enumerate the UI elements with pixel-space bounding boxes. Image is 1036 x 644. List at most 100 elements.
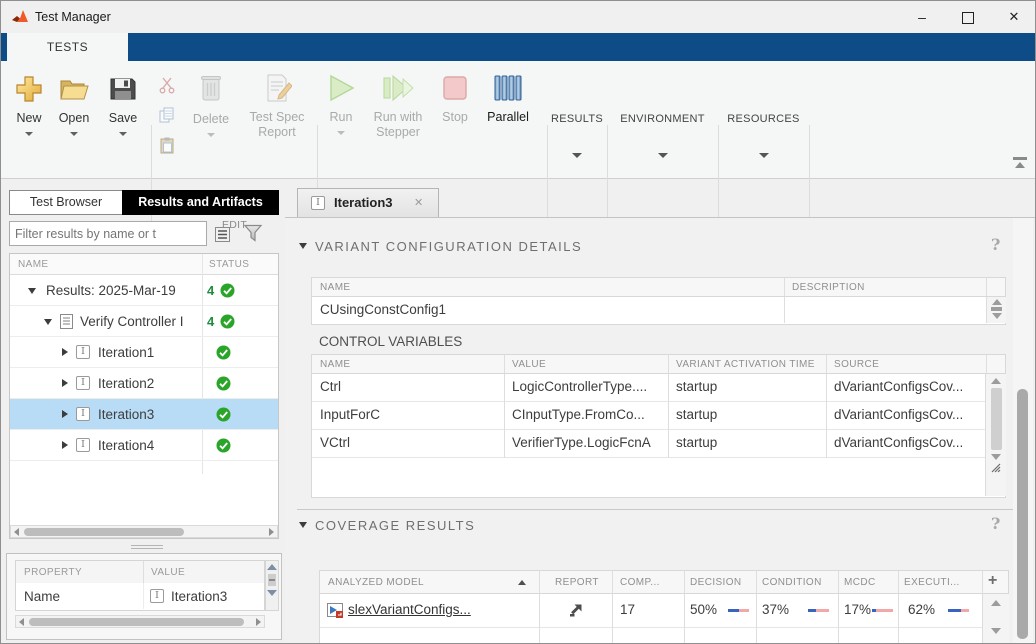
config-name: CUsingConstConfig1	[320, 302, 775, 317]
tab-close-icon[interactable]: ✕	[414, 189, 423, 217]
coverage-section-header[interactable]: COVERAGE RESULTS	[299, 516, 999, 536]
tab-iteration3[interactable]: I Iteration3 ✕	[297, 188, 439, 217]
add-column-button[interactable]: +	[988, 572, 997, 590]
cut-button[interactable]	[155, 73, 179, 97]
scroll-up-icon[interactable]	[991, 378, 1001, 384]
tree-row-results[interactable]: Results: 2025-Mar-19 4	[10, 275, 278, 306]
panel-splitter-handle[interactable]	[131, 545, 163, 550]
delete-button[interactable]: Delete	[185, 73, 237, 137]
column-divider	[143, 583, 144, 609]
cv-row-vctrl[interactable]: VCtrl VerifierType.LogicFcnA startup dVa…	[312, 430, 985, 458]
test-spec-report-icon	[262, 73, 292, 103]
report-arrow-icon[interactable]	[568, 603, 583, 618]
test-spec-report-button[interactable]: Test Spec Report	[241, 73, 313, 140]
run-dropdown-icon	[337, 131, 345, 135]
save-dropdown-icon[interactable]	[119, 132, 127, 136]
scroll-down-icon[interactable]	[992, 313, 1002, 319]
saved-filters-button[interactable]	[210, 222, 234, 246]
collapse-ribbon-button[interactable]	[1011, 157, 1029, 171]
expand-caret-icon[interactable]	[62, 410, 68, 418]
scroll-up-icon[interactable]	[991, 600, 1001, 606]
tree-row-verify-controller[interactable]: Verify Controller I 4	[10, 306, 278, 337]
copy-button[interactable]	[155, 103, 179, 127]
scrollbar-thumb[interactable]	[24, 528, 184, 536]
collapse-caret-icon[interactable]	[28, 288, 36, 294]
coverage-table-scrollbar[interactable]	[982, 594, 1009, 643]
results-group-button[interactable]: RESULTS	[547, 61, 607, 179]
results-chevron-down-icon	[572, 153, 582, 158]
cv-table-scrollbar[interactable]	[985, 374, 1006, 496]
section-collapse-icon[interactable]	[299, 243, 307, 249]
tab-test-browser[interactable]: Test Browser	[9, 190, 123, 215]
cov-header-complexity[interactable]: COMP...	[620, 577, 660, 588]
environment-group-button[interactable]: ENVIRONMENT	[607, 61, 718, 179]
analyzed-model-link[interactable]: slexVariantConfigs...	[348, 602, 533, 617]
filter-results-input[interactable]	[9, 221, 207, 246]
cov-header-analyzed-model[interactable]: ANALYZED MODEL	[328, 577, 424, 588]
scroll-down-icon[interactable]	[991, 454, 1001, 460]
tab-results-and-artifacts[interactable]: Results and Artifacts	[122, 190, 279, 215]
cv-source: dVariantConfigsCov...	[834, 435, 979, 450]
parallel-button[interactable]: Parallel	[479, 73, 537, 124]
tree-horizontal-scrollbar[interactable]	[10, 525, 278, 538]
tree-row-iteration1[interactable]: I Iteration1	[10, 337, 278, 368]
sort-ascending-icon[interactable]	[518, 580, 526, 585]
scroll-down-icon[interactable]	[991, 628, 1001, 634]
minimize-button[interactable]: –	[899, 1, 945, 33]
cov-header-condition[interactable]: CONDITION	[762, 577, 822, 588]
scroll-left-icon[interactable]	[14, 528, 19, 536]
tree-row-iteration2[interactable]: I Iteration2	[10, 368, 278, 399]
open-dropdown-icon[interactable]	[70, 132, 78, 136]
scrollbar-thumb[interactable]	[1017, 389, 1028, 639]
main-vertical-scrollbar[interactable]	[1013, 218, 1033, 644]
config-table-row[interactable]: CUsingConstConfig1	[311, 297, 1006, 325]
close-button[interactable]: ✕	[991, 1, 1036, 33]
cov-header-report[interactable]: REPORT	[555, 577, 599, 588]
environment-chevron-down-icon	[658, 153, 668, 158]
config-table-scrollbar[interactable]	[986, 297, 1006, 323]
scroll-up-icon[interactable]	[267, 564, 277, 570]
collapse-caret-icon[interactable]	[44, 319, 52, 325]
open-button[interactable]: Open	[53, 75, 95, 136]
scrollbar-thumb[interactable]	[29, 618, 244, 626]
expand-caret-icon[interactable]	[62, 348, 68, 356]
scroll-down-icon[interactable]	[267, 590, 277, 596]
cov-header-mcdc[interactable]: MCDC	[844, 577, 876, 588]
save-button[interactable]: Save	[103, 75, 143, 136]
coverage-row[interactable]: slexVariantConfigs... 17 50% 37% 17% 62%	[320, 594, 982, 628]
help-icon[interactable]: ?	[991, 514, 1000, 533]
property-vertical-scrollbar[interactable]	[265, 560, 279, 611]
mcdc-value: 17%	[844, 602, 871, 617]
resize-grip-icon[interactable]	[991, 463, 1001, 473]
run-button[interactable]: Run	[321, 73, 361, 135]
section-collapse-icon[interactable]	[299, 522, 307, 528]
resources-group-button[interactable]: RESOURCES	[718, 61, 809, 179]
cov-header-execution[interactable]: EXECUTI...	[904, 577, 960, 588]
cv-row-ctrl[interactable]: Ctrl LogicControllerType.... startup dVa…	[312, 374, 985, 402]
help-icon[interactable]: ?	[991, 235, 1000, 254]
scroll-right-icon[interactable]	[256, 618, 261, 626]
property-row-name[interactable]: Name I Iteration3	[15, 583, 265, 611]
scroll-up-icon[interactable]	[992, 299, 1002, 305]
paste-button[interactable]	[155, 133, 179, 157]
property-horizontal-scrollbar[interactable]	[15, 615, 265, 628]
filter-button[interactable]	[241, 221, 265, 245]
tree-row-iteration3-selected[interactable]: I Iteration3	[10, 399, 278, 430]
cv-row-inputforc[interactable]: InputForC CInputType.FromCo... startup d…	[312, 402, 985, 430]
variant-section-header[interactable]: VARIANT CONFIGURATION DETAILS	[299, 237, 999, 257]
property-value: Iteration3	[171, 583, 227, 611]
run-with-stepper-button[interactable]: Run with Stepper	[367, 73, 429, 140]
tree-row-iteration4[interactable]: I Iteration4	[10, 430, 278, 461]
section-divider	[297, 509, 1013, 510]
scroll-right-icon[interactable]	[269, 528, 274, 536]
new-dropdown-icon[interactable]	[25, 132, 33, 136]
expand-caret-icon[interactable]	[62, 379, 68, 387]
cov-header-decision[interactable]: DECISION	[690, 577, 742, 588]
tab-tests[interactable]: TESTS	[7, 33, 128, 61]
expand-caret-icon[interactable]	[62, 441, 68, 449]
scroll-left-icon[interactable]	[19, 618, 24, 626]
stop-button[interactable]: Stop	[435, 73, 475, 124]
new-button[interactable]: New	[9, 75, 49, 136]
maximize-button[interactable]	[945, 1, 991, 33]
coverage-section-title: COVERAGE RESULTS	[315, 518, 475, 533]
